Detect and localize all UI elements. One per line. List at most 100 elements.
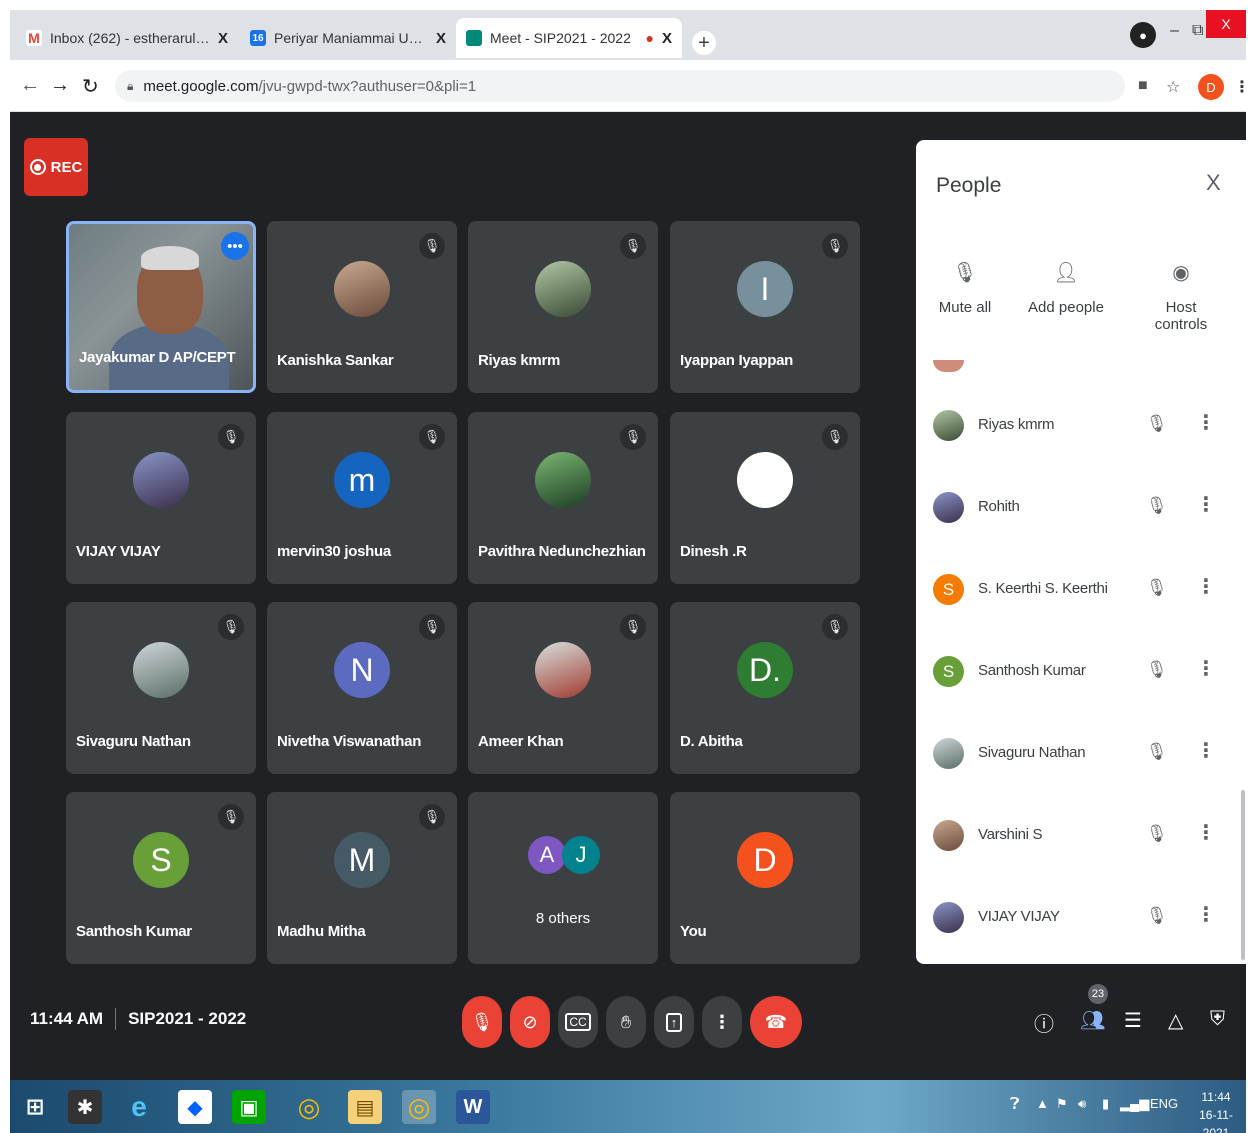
captions-button[interactable]: CC bbox=[558, 996, 598, 1048]
participant-tile[interactable]: 🎙︎ M Madhu Mitha bbox=[267, 792, 457, 964]
taskbar-clock[interactable]: 11:44 16-11-2021 bbox=[1186, 1088, 1246, 1133]
mute-all-button[interactable]: 🎙︎ Mute all bbox=[938, 260, 992, 316]
mic-off-icon[interactable]: 🎙︎ bbox=[1146, 578, 1168, 598]
participant-tile[interactable]: D You bbox=[670, 792, 860, 964]
chat-icon[interactable]: ☰ bbox=[1124, 1008, 1142, 1033]
mic-off-icon[interactable]: 🎙︎ bbox=[1146, 824, 1168, 844]
volume-icon[interactable]: 🔊︎ bbox=[1078, 1096, 1086, 1112]
close-panel-icon[interactable]: X bbox=[1206, 170, 1221, 196]
close-tab-icon[interactable]: X bbox=[218, 30, 228, 47]
activities-icon[interactable]: △ bbox=[1168, 1008, 1183, 1033]
battery-icon[interactable]: ▮ bbox=[1102, 1096, 1109, 1112]
more-vert-icon[interactable]: ⋮ bbox=[1196, 820, 1216, 845]
url-field[interactable]: 🔒︎ meet.google.com/jvu-gwpd-twx?authuser… bbox=[115, 70, 1125, 102]
participant-tile[interactable]: 🎙︎ Kanishka Sankar bbox=[267, 221, 457, 393]
file-explorer-icon[interactable]: ▤ bbox=[348, 1090, 382, 1124]
participant-tile[interactable]: 🎙︎ Riyas kmrm bbox=[468, 221, 658, 393]
mic-off-icon[interactable]: 🎙︎ bbox=[1146, 496, 1168, 516]
participant-tile[interactable]: 🎙︎ N Nivetha Viswanathan bbox=[267, 602, 457, 774]
host-controls-icon[interactable]: ⛨ bbox=[1210, 1008, 1225, 1031]
location-icon[interactable]: ● bbox=[1130, 22, 1156, 48]
participant-tile[interactable]: 🎙︎ Pavithra Nedunchezhian bbox=[468, 412, 658, 584]
people-icon[interactable]: 👥︎ bbox=[1080, 1008, 1105, 1033]
tray-expand-icon[interactable]: ▲ bbox=[1036, 1096, 1049, 1111]
chrome-icon[interactable]: ◎ bbox=[292, 1090, 326, 1124]
window-close-button[interactable]: X bbox=[1206, 10, 1246, 38]
signal-icon[interactable]: ▂▄▆ bbox=[1120, 1096, 1149, 1112]
profile-avatar[interactable]: D bbox=[1198, 74, 1224, 100]
more-vert-icon[interactable]: ⋮ bbox=[1196, 738, 1216, 763]
raise-hand-button[interactable]: ✋︎ bbox=[606, 996, 646, 1048]
list-item[interactable]: Varshini S 🎙︎ ⋮ bbox=[916, 796, 1246, 878]
more-vert-icon[interactable]: ⋮ bbox=[1196, 492, 1216, 517]
close-tab-icon[interactable]: X bbox=[662, 30, 672, 47]
new-tab-button[interactable]: + bbox=[692, 31, 716, 55]
mic-off-icon[interactable]: 🎙︎ bbox=[1146, 660, 1168, 680]
mic-off-icon[interactable]: 🎙︎ bbox=[1146, 742, 1168, 762]
chrome-profile-icon[interactable]: ◎ bbox=[402, 1090, 436, 1124]
reload-icon[interactable]: ↻ bbox=[82, 74, 99, 99]
participant-name: VIJAY VIJAY bbox=[76, 543, 161, 560]
list-item[interactable]: Rohith 🎙︎ ⋮ bbox=[916, 468, 1246, 550]
present-button[interactable]: ↑ bbox=[654, 996, 694, 1048]
avatar bbox=[334, 261, 390, 317]
participant-tile[interactable]: 🎙︎ VIJAY VIJAY bbox=[66, 412, 256, 584]
more-vert-icon[interactable]: ⋮ bbox=[1196, 410, 1216, 435]
list-item[interactable]: S Santhosh Kumar 🎙︎ ⋮ bbox=[916, 632, 1246, 714]
participant-tile[interactable]: 🎙︎ D. D. Abitha bbox=[670, 602, 860, 774]
participant-tile[interactable]: AJ 8 others bbox=[468, 792, 658, 964]
tab-meet[interactable]: Meet - SIP2021 - 2022 ● X bbox=[456, 18, 682, 58]
microphone-toggle-button[interactable]: 🎙︎ bbox=[462, 996, 502, 1048]
toggle-icon: ◉ bbox=[1172, 262, 1190, 284]
close-tab-icon[interactable]: X bbox=[436, 30, 446, 47]
app-icon[interactable]: ✱ bbox=[68, 1090, 102, 1124]
participant-tile[interactable]: 🎙︎ Dinesh .R bbox=[670, 412, 860, 584]
avatar: D. bbox=[737, 642, 793, 698]
help-icon[interactable]: ❓︎ bbox=[1010, 1096, 1020, 1114]
menu-dots-icon[interactable]: ⋮ bbox=[1234, 77, 1248, 97]
list-item[interactable]: Sivaguru Nathan 🎙︎ ⋮ bbox=[916, 714, 1246, 796]
participant-tile[interactable]: 🎙︎ I Iyappan Iyappan bbox=[670, 221, 860, 393]
word-icon[interactable]: W bbox=[456, 1090, 490, 1124]
back-icon[interactable]: ← bbox=[20, 74, 40, 97]
scrollbar[interactable] bbox=[1241, 790, 1245, 960]
flag-icon[interactable]: ⚑ bbox=[1056, 1096, 1068, 1112]
list-item[interactable]: Riyas kmrm 🎙︎ ⋮ bbox=[916, 386, 1246, 468]
store-icon[interactable]: ▣ bbox=[232, 1090, 266, 1124]
language-indicator[interactable]: ENG bbox=[1150, 1096, 1178, 1111]
mic-off-icon: 🎙︎ bbox=[419, 614, 445, 640]
tab-title: Meet - SIP2021 - 2022 bbox=[490, 30, 631, 46]
windows-start-icon[interactable]: ⊞ bbox=[18, 1090, 52, 1124]
more-options-icon[interactable]: ••• bbox=[221, 232, 249, 260]
forward-icon[interactable]: → bbox=[50, 74, 70, 97]
restore-icon[interactable]: ⧉ bbox=[1192, 22, 1203, 40]
tab-university[interactable]: 16 Periyar Maniammai University - C X bbox=[240, 18, 456, 58]
list-item[interactable]: VIJAY VIJAY 🎙︎ ⋮ bbox=[916, 878, 1246, 960]
avatar: I bbox=[737, 261, 793, 317]
camera-toggle-button[interactable]: ⊘ bbox=[510, 996, 550, 1048]
bookmark-star-icon[interactable]: ☆ bbox=[1166, 77, 1180, 97]
more-vert-icon[interactable]: ⋮ bbox=[1196, 574, 1216, 599]
minimize-icon[interactable]: ‒ bbox=[1170, 22, 1179, 40]
meeting-info-icon[interactable]: ⓘ bbox=[1034, 1008, 1054, 1037]
participant-tile[interactable]: 🎙︎ Ameer Khan bbox=[468, 602, 658, 774]
more-options-button[interactable]: ⋮ bbox=[702, 996, 742, 1048]
more-vert-icon[interactable]: ⋮ bbox=[1196, 902, 1216, 927]
participant-name: Santhosh Kumar bbox=[76, 923, 192, 940]
dropbox-icon[interactable]: ◆ bbox=[178, 1090, 212, 1124]
internet-explorer-icon[interactable]: e bbox=[122, 1090, 156, 1124]
tab-gmail[interactable]: M Inbox (262) - estherarulmani@pr X bbox=[16, 18, 238, 58]
participant-tile[interactable]: 🎙︎ S Santhosh Kumar bbox=[66, 792, 256, 964]
participant-tile[interactable]: 🎙︎ m mervin30 joshua bbox=[267, 412, 457, 584]
participant-tile[interactable]: 🎙︎ Sivaguru Nathan bbox=[66, 602, 256, 774]
leave-call-button[interactable]: ☎︎ bbox=[750, 996, 802, 1048]
more-vert-icon[interactable]: ⋮ bbox=[1196, 656, 1216, 681]
list-item[interactable]: S S. Keerthi S. Keerthi 🎙︎ ⋮ bbox=[916, 550, 1246, 632]
camera-icon[interactable]: ■ bbox=[1138, 77, 1148, 95]
mic-off-icon[interactable]: 🎙︎ bbox=[1146, 414, 1168, 434]
mic-off-icon[interactable]: 🎙︎ bbox=[1146, 906, 1168, 926]
add-people-button[interactable]: 👤︎ Add people bbox=[1026, 260, 1106, 316]
participant-tile[interactable]: ••• Jayakumar D AP/CEPT bbox=[66, 221, 256, 393]
camera-off-icon: ⊘ bbox=[522, 1011, 538, 1032]
host-controls-button[interactable]: ◉ Host controls bbox=[1138, 260, 1224, 333]
